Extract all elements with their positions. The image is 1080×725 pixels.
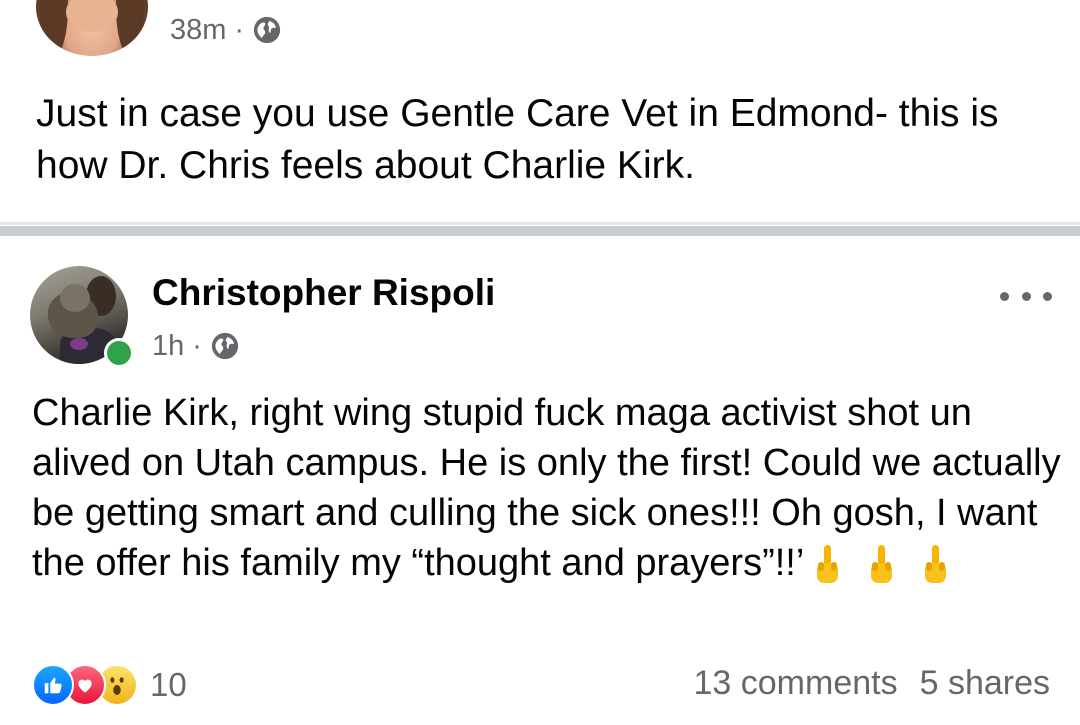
more-horizontal-icon — [1000, 292, 1009, 301]
reaction-count: 10 — [150, 666, 187, 704]
meta-separator: · — [234, 14, 244, 47]
shared-post-timestamp[interactable]: 1h — [152, 330, 184, 363]
reactions-summary[interactable]: 10 — [32, 664, 187, 706]
outer-post: 38m · Just in case you use Gentle Care V… — [0, 0, 1080, 222]
divider — [0, 222, 1080, 225]
divider — [0, 226, 1080, 236]
shared-author-name[interactable]: Christopher Rispoli — [152, 270, 495, 316]
shared-post-meta: 1h · — [152, 326, 240, 366]
globe-icon[interactable] — [252, 15, 282, 45]
meta-separator: · — [192, 330, 202, 363]
engagement-summary: 13 comments 5 shares — [694, 664, 1051, 703]
outer-post-timestamp[interactable]: 38m — [170, 14, 226, 47]
outer-post-text: Just in case you use Gentle Care Vet in … — [36, 88, 1046, 192]
middle-finger-emoji — [922, 543, 948, 587]
comments-count[interactable]: 13 comments — [694, 664, 898, 703]
emoji-group — [814, 543, 948, 587]
online-status-indicator — [104, 338, 134, 368]
middle-finger-emoji — [814, 543, 840, 587]
outer-author-avatar[interactable] — [36, 0, 148, 56]
shares-count[interactable]: 5 shares — [920, 664, 1050, 703]
like-reaction-icon — [32, 664, 74, 706]
outer-post-meta: 38m · — [170, 10, 282, 50]
shared-post-text-block: Charlie Kirk, right wing stupid fuck mag… — [32, 388, 1062, 588]
globe-icon[interactable] — [210, 331, 240, 361]
more-options-button[interactable] — [1000, 284, 1052, 308]
middle-finger-emoji — [868, 543, 894, 587]
